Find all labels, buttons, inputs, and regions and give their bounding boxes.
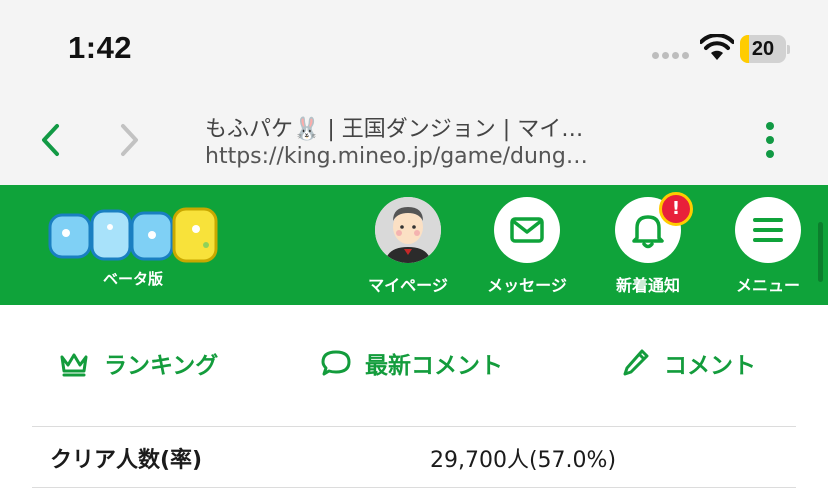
beta-label: ベータ版 <box>103 270 164 288</box>
envelope-icon <box>510 217 544 243</box>
mypage-avatar-button[interactable] <box>375 197 441 263</box>
browser-toolbar: もふパケ🐰 | 王国ダンジョン | マイ… https://king.mineo… <box>0 100 828 185</box>
mypage-label[interactable]: マイページ <box>353 272 463 296</box>
page-title[interactable]: もふパケ🐰 | 王国ダンジョン | マイ… <box>205 111 583 143</box>
wifi-icon <box>700 34 734 60</box>
table-divider <box>32 487 796 488</box>
tab-latest-comments-label: 最新コメント <box>365 353 503 379</box>
messages-label[interactable]: メッセージ <box>472 272 582 296</box>
messages-button[interactable] <box>494 197 560 263</box>
page-scrollbar[interactable] <box>818 222 823 282</box>
battery-level: 20 <box>751 38 775 60</box>
battery-indicator: 20 <box>740 35 790 63</box>
cellular-signal-icon <box>652 52 692 62</box>
tab-ranking-label: ランキング <box>104 353 219 379</box>
tab-latest-comments[interactable]: 最新コメント <box>321 343 503 383</box>
hamburger-menu-icon <box>753 218 783 242</box>
table-divider <box>32 426 796 427</box>
clear-count-label: クリア人数(率) <box>50 448 203 473</box>
tab-comment-label: コメント <box>664 353 756 379</box>
notification-badge: ! <box>659 192 693 226</box>
avatar <box>375 197 441 263</box>
crown-icon <box>60 353 88 377</box>
menu-button[interactable] <box>735 197 801 263</box>
speech-bubble-icon <box>321 350 351 376</box>
tab-comment[interactable]: コメント <box>622 343 756 383</box>
back-chevron-icon[interactable] <box>36 122 66 158</box>
pencil-icon <box>623 349 649 376</box>
mineo-logo[interactable] <box>46 205 221 265</box>
tab-ranking[interactable]: ランキング <box>58 343 218 383</box>
menu-label[interactable]: メニュー <box>713 272 823 296</box>
status-bar: 1:42 20 <box>0 0 828 100</box>
site-header: ベータ版 マイページ メッセージ ! 新着通知 メニュー <box>0 185 828 305</box>
notifications-label[interactable]: 新着通知 <box>593 272 703 296</box>
forward-chevron-icon[interactable] <box>114 122 144 158</box>
tab-bar: ランキング 最新コメント コメント <box>0 305 828 420</box>
page-url[interactable]: https://king.mineo.jp/game/dung… <box>205 144 588 169</box>
status-time: 1:42 <box>68 30 133 65</box>
clear-count-value: 29,700人(57.0%) <box>430 448 617 473</box>
more-options-icon[interactable] <box>756 120 784 160</box>
